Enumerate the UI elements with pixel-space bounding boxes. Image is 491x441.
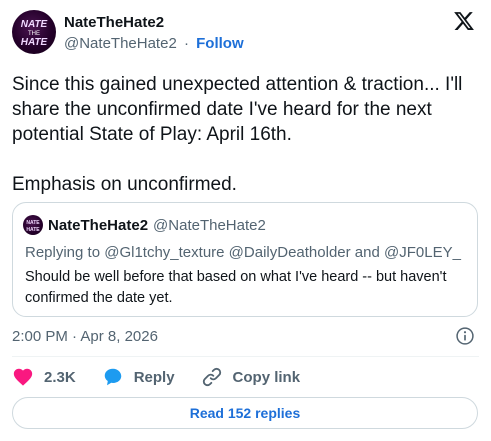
quoted-header: NATE HATE NateTheHate2 @NateTheHate2 (23, 215, 266, 235)
date: Apr 8, 2026 (80, 328, 158, 345)
link-icon (202, 367, 221, 387)
avatar[interactable]: NATE THE HATE (12, 10, 56, 54)
svg-text:NATE: NATE (26, 220, 40, 226)
replying-to-line: Replying to @Gl1tchy_texture @DailyDeath… (25, 244, 461, 261)
timestamp[interactable]: 2:00 PM · Apr 8, 2026 (12, 328, 158, 345)
read-replies-button[interactable]: Read 152 replies (12, 397, 478, 429)
quoted-body: Should be well before that based on what… (25, 269, 447, 306)
like-count: 2.3K (44, 368, 76, 386)
separator-dot: · (183, 35, 189, 52)
display-name[interactable]: NateTheHate2 (64, 14, 244, 32)
handle[interactable]: @NateTheHate2 (64, 35, 177, 52)
tweet-text: Since this gained unexpected attention &… (12, 74, 463, 195)
follow-button[interactable]: Follow (196, 35, 244, 52)
heart-icon (13, 368, 33, 386)
replying-prefix: Replying to (25, 244, 101, 261)
handle-row: @NateTheHate2 · Follow (64, 35, 244, 53)
mention[interactable]: @JF0LEY_ (384, 244, 461, 261)
time: 2:00 PM (12, 328, 68, 345)
quoted-handle: @NateTheHate2 (153, 216, 266, 234)
svg-text:HATE: HATE (26, 227, 40, 233)
divider (12, 356, 479, 357)
avatar-logo: NATE THE HATE (21, 19, 48, 48)
svg-text:NATE: NATE (21, 19, 48, 30)
copy-link-label: Copy link (232, 368, 301, 386)
separator-dot: · (72, 328, 78, 345)
and-word: and (354, 244, 380, 261)
copy-link-button[interactable]: Copy link (201, 366, 301, 388)
quoted-avatar-logo: NATE HATE (26, 220, 40, 233)
quoted-display-name: NateTheHate2 (48, 216, 149, 234)
like-button[interactable]: 2.3K (12, 366, 76, 388)
author-names: NateTheHate2 @NateTheHate2 · Follow (64, 14, 244, 53)
reply-label: Reply (133, 368, 175, 386)
info-icon[interactable] (455, 326, 475, 346)
mention[interactable]: @Gl1tchy_texture (104, 244, 224, 261)
tweet-header: NATE THE HATE NateTheHate2 @NateTheHate2… (12, 10, 479, 58)
tweet-embed: NATE THE HATE NateTheHate2 @NateTheHate2… (0, 0, 491, 441)
quoted-tweet[interactable]: NATE HATE NateTheHate2 @NateTheHate2 Rep… (12, 202, 478, 317)
reply-bubble-icon (104, 368, 121, 386)
svg-text:HATE: HATE (21, 37, 48, 48)
quoted-avatar: NATE HATE (23, 215, 43, 235)
reply-button[interactable]: Reply (102, 366, 175, 388)
action-bar: 2.3K Reply Copy link (12, 365, 326, 389)
x-logo-icon[interactable] (453, 10, 475, 32)
mention[interactable]: @DailyDeatholder (229, 244, 351, 261)
